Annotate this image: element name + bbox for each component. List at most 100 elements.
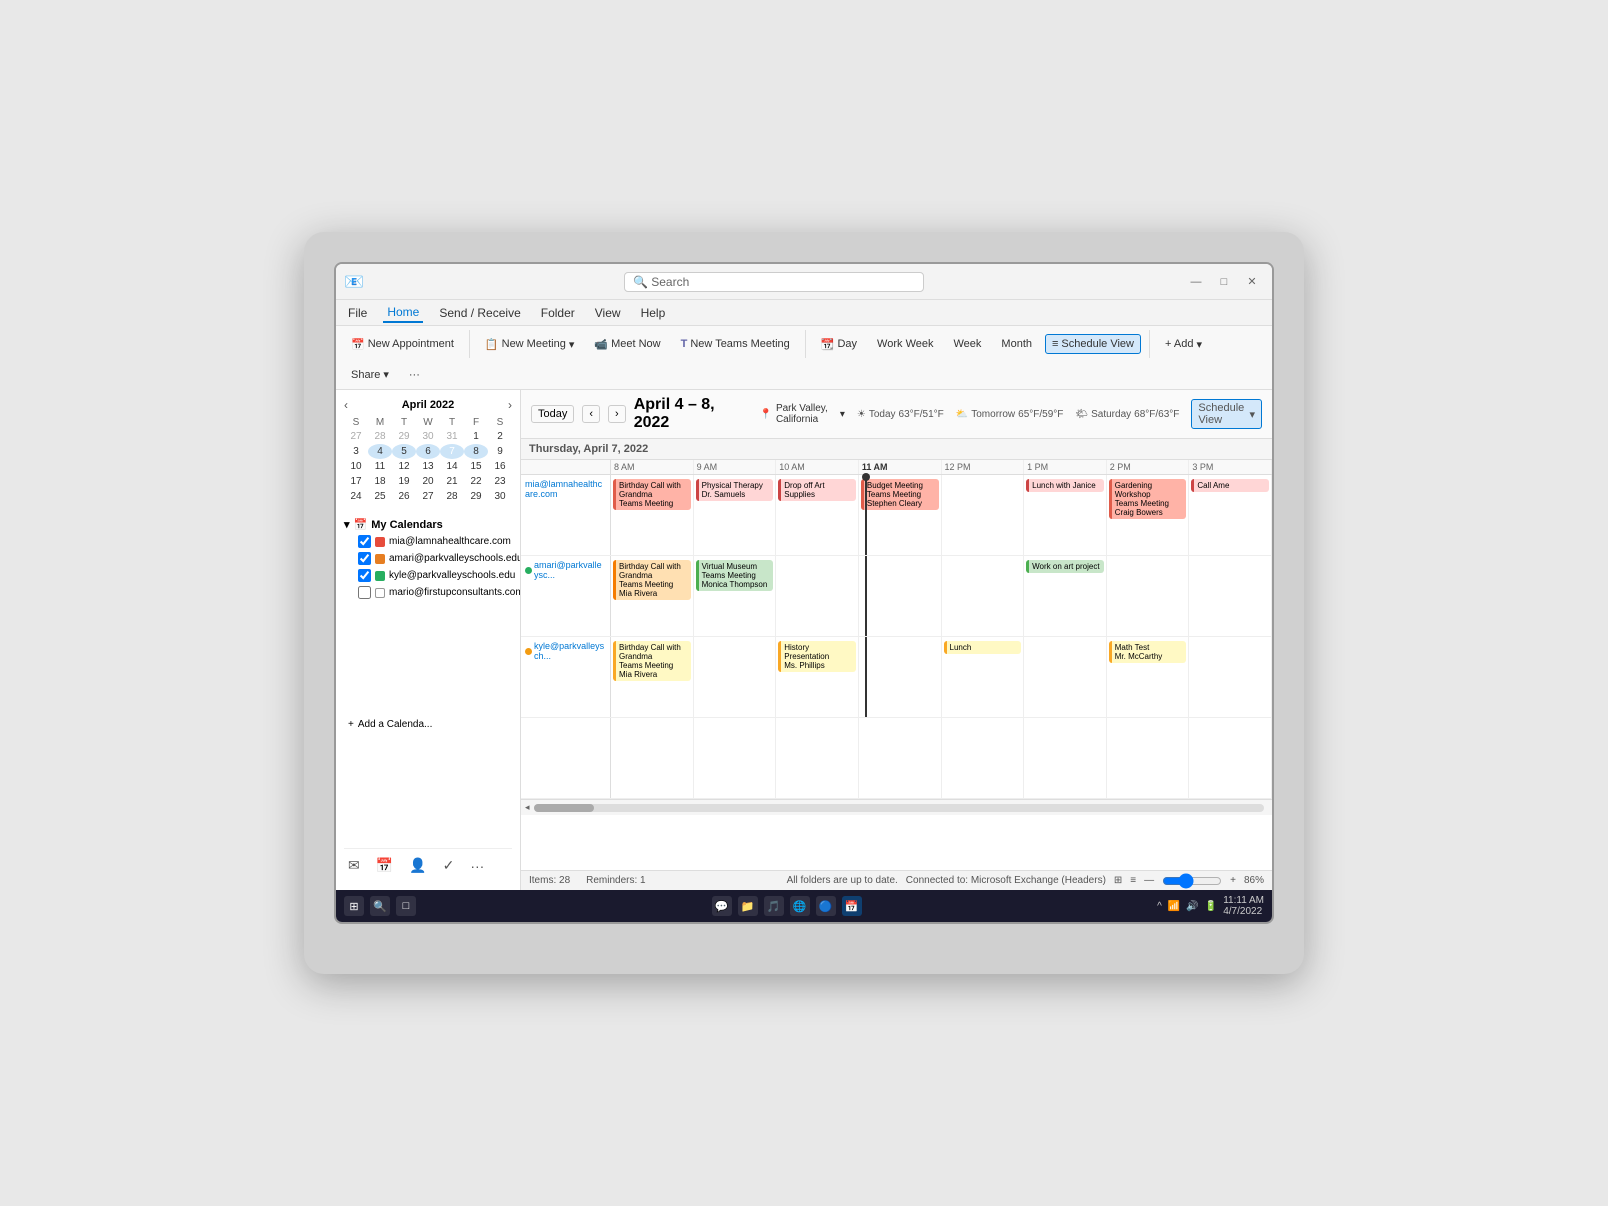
zoom-slider[interactable] xyxy=(1162,873,1222,889)
cal-day-8[interactable]: 8 xyxy=(464,444,488,459)
event-history-presentation[interactable]: History PresentationMs. Phillips xyxy=(778,641,856,672)
event-lunch-kyle[interactable]: Lunch xyxy=(944,641,1022,654)
empty-slot-6[interactable] xyxy=(1024,718,1107,798)
cal-day-27b[interactable]: 27 xyxy=(416,489,440,504)
time-slot-col-mia-8am[interactable]: Birthday Call with GrandmaTeams Meeting xyxy=(611,475,694,555)
calendar-item-kyle[interactable]: kyle@parkvalleyschools.edu xyxy=(344,567,512,584)
time-slot-col-mia-10am[interactable]: Drop off Art Supplies xyxy=(776,475,859,555)
tasks-nav-button[interactable]: ✓ xyxy=(439,853,459,878)
minimize-button[interactable]: — xyxy=(1184,273,1208,291)
browser2-taskbar-icon[interactable]: 🔵 xyxy=(816,896,836,916)
time-slot-col-kyle-3pm[interactable] xyxy=(1189,637,1272,717)
time-slot-col-amari-8am[interactable]: Birthday Call with GrandmaTeams MeetingM… xyxy=(611,556,694,636)
teams-taskbar-icon[interactable]: 💬 xyxy=(712,896,732,916)
calendar-checkbox-mario[interactable] xyxy=(358,586,371,599)
cal-day-28b[interactable]: 28 xyxy=(440,489,464,504)
month-button[interactable]: Month xyxy=(994,334,1039,354)
location-dropdown[interactable]: ▾ xyxy=(840,409,845,420)
event-virtual-museum[interactable]: Virtual MuseumTeams MeetingMonica Thomps… xyxy=(696,560,774,591)
time-slot-col-kyle-1pm[interactable] xyxy=(1024,637,1107,717)
cal-day-22[interactable]: 22 xyxy=(464,474,488,489)
event-birthday-kyle[interactable]: Birthday Call with GrandmaTeams MeetingM… xyxy=(613,641,691,681)
media-taskbar-icon[interactable]: 🎵 xyxy=(764,896,784,916)
cal-day-1[interactable]: 1 xyxy=(464,429,488,444)
time-slot-col-mia-12pm[interactable] xyxy=(942,475,1025,555)
time-slot-col-mia-3pm[interactable]: Call Ame xyxy=(1189,475,1272,555)
prev-month-button[interactable]: ‹ xyxy=(344,398,348,412)
calendar-item-amari[interactable]: amari@parkvalleyschools.edu xyxy=(344,550,512,567)
event-birthday-amari[interactable]: Birthday Call with GrandmaTeams MeetingM… xyxy=(613,560,691,600)
cal-day-7[interactable]: 7 xyxy=(440,444,464,459)
menu-file[interactable]: File xyxy=(344,304,371,322)
browser1-taskbar-icon[interactable]: 🌐 xyxy=(790,896,810,916)
cal-day-18[interactable]: 18 xyxy=(368,474,392,489)
share-button[interactable]: Share ▾ xyxy=(344,364,396,385)
more-nav-button[interactable]: ··· xyxy=(466,853,488,878)
week-button[interactable]: Week xyxy=(947,334,989,354)
time-slot-col-mia-1pm[interactable]: Lunch with Janice xyxy=(1024,475,1107,555)
menu-home[interactable]: Home xyxy=(383,303,423,323)
work-week-button[interactable]: Work Week xyxy=(870,334,940,354)
outlook-taskbar-icon[interactable]: 📅 xyxy=(842,896,862,916)
cal-day-26[interactable]: 26 xyxy=(392,489,416,504)
prev-week-button[interactable]: ‹ xyxy=(582,405,600,423)
event-drop-art[interactable]: Drop off Art Supplies xyxy=(778,479,856,501)
cal-day-31[interactable]: 31 xyxy=(440,429,464,444)
empty-slot-1[interactable] xyxy=(611,718,694,798)
time-slot-col-amari-11am[interactable] xyxy=(859,556,942,636)
scrollbar-thumb[interactable] xyxy=(534,804,594,812)
new-appointment-button[interactable]: 📅 New Appointment xyxy=(344,334,461,355)
event-call-ame[interactable]: Call Ame xyxy=(1191,479,1269,492)
event-work-art[interactable]: Work on art project xyxy=(1026,560,1104,573)
time-slot-col-kyle-9am[interactable] xyxy=(694,637,777,717)
new-teams-meeting-button[interactable]: T New Teams Meeting xyxy=(674,334,797,354)
event-birthday-mia[interactable]: Birthday Call with GrandmaTeams Meeting xyxy=(613,479,691,510)
cal-day-29a[interactable]: 29 xyxy=(392,429,416,444)
scrollbar-track[interactable] xyxy=(534,804,1264,812)
menu-help[interactable]: Help xyxy=(637,304,670,322)
calendar-nav-button[interactable]: 📅 xyxy=(372,853,397,878)
time-slot-col-mia-9am[interactable]: Physical TherapyDr. Samuels xyxy=(694,475,777,555)
time-slot-col-kyle-10am[interactable]: History PresentationMs. Phillips xyxy=(776,637,859,717)
calendar-item-mario[interactable]: mario@firstupconsultants.com xyxy=(344,584,512,601)
cal-day-2[interactable]: 2 xyxy=(488,429,512,444)
mail-nav-button[interactable]: ✉ xyxy=(344,853,364,878)
event-budget-meeting[interactable]: Budget MeetingTeams MeetingStephen Clear… xyxy=(861,479,939,510)
search-box[interactable]: 🔍 Search xyxy=(624,272,924,292)
schedule-area[interactable]: 8 AM 9 AM 10 AM 11 AM 12 PM 1 PM 2 PM 3 … xyxy=(521,460,1272,870)
time-slot-col-mia-11am[interactable]: Budget MeetingTeams MeetingStephen Clear… xyxy=(859,475,942,555)
search-taskbar-button[interactable]: 🔍 xyxy=(370,896,390,916)
cal-day-9[interactable]: 9 xyxy=(488,444,512,459)
empty-slot-2[interactable] xyxy=(694,718,777,798)
empty-slot-4[interactable] xyxy=(859,718,942,798)
cal-day-28a[interactable]: 28 xyxy=(368,429,392,444)
time-slot-col-mia-2pm[interactable]: Gardening WorkshopTeams MeetingCraig Bow… xyxy=(1107,475,1190,555)
cal-day-3[interactable]: 3 xyxy=(344,444,368,459)
cal-day-24[interactable]: 24 xyxy=(344,489,368,504)
system-tray-expand[interactable]: ^ xyxy=(1157,901,1162,912)
cal-day-29b[interactable]: 29 xyxy=(464,489,488,504)
cal-day-4[interactable]: 4 xyxy=(368,444,392,459)
cal-day-27a[interactable]: 27 xyxy=(344,429,368,444)
cal-day-17[interactable]: 17 xyxy=(344,474,368,489)
calendar-checkbox-amari[interactable] xyxy=(358,552,371,565)
time-slot-col-kyle-8am[interactable]: Birthday Call with GrandmaTeams MeetingM… xyxy=(611,637,694,717)
cal-day-12[interactable]: 12 xyxy=(392,459,416,474)
cal-day-23[interactable]: 23 xyxy=(488,474,512,489)
time-slot-col-kyle-12pm[interactable]: Lunch xyxy=(942,637,1025,717)
cal-day-5[interactable]: 5 xyxy=(392,444,416,459)
day-view-button[interactable]: 📆 Day xyxy=(814,334,864,355)
menu-folder[interactable]: Folder xyxy=(537,304,579,322)
empty-slot-7[interactable] xyxy=(1107,718,1190,798)
menu-send-receive[interactable]: Send / Receive xyxy=(435,304,524,322)
cal-day-6[interactable]: 6 xyxy=(416,444,440,459)
cal-day-13[interactable]: 13 xyxy=(416,459,440,474)
time-slot-col-amari-12pm[interactable] xyxy=(942,556,1025,636)
contacts-nav-button[interactable]: 👤 xyxy=(405,853,430,878)
meet-now-button[interactable]: 📹 Meet Now xyxy=(587,334,667,355)
cal-day-21[interactable]: 21 xyxy=(440,474,464,489)
time-slot-col-amari-3pm[interactable] xyxy=(1189,556,1272,636)
cal-day-15[interactable]: 15 xyxy=(464,459,488,474)
scrollbar-area[interactable]: ◂ xyxy=(521,799,1272,815)
next-week-button[interactable]: › xyxy=(608,405,626,423)
